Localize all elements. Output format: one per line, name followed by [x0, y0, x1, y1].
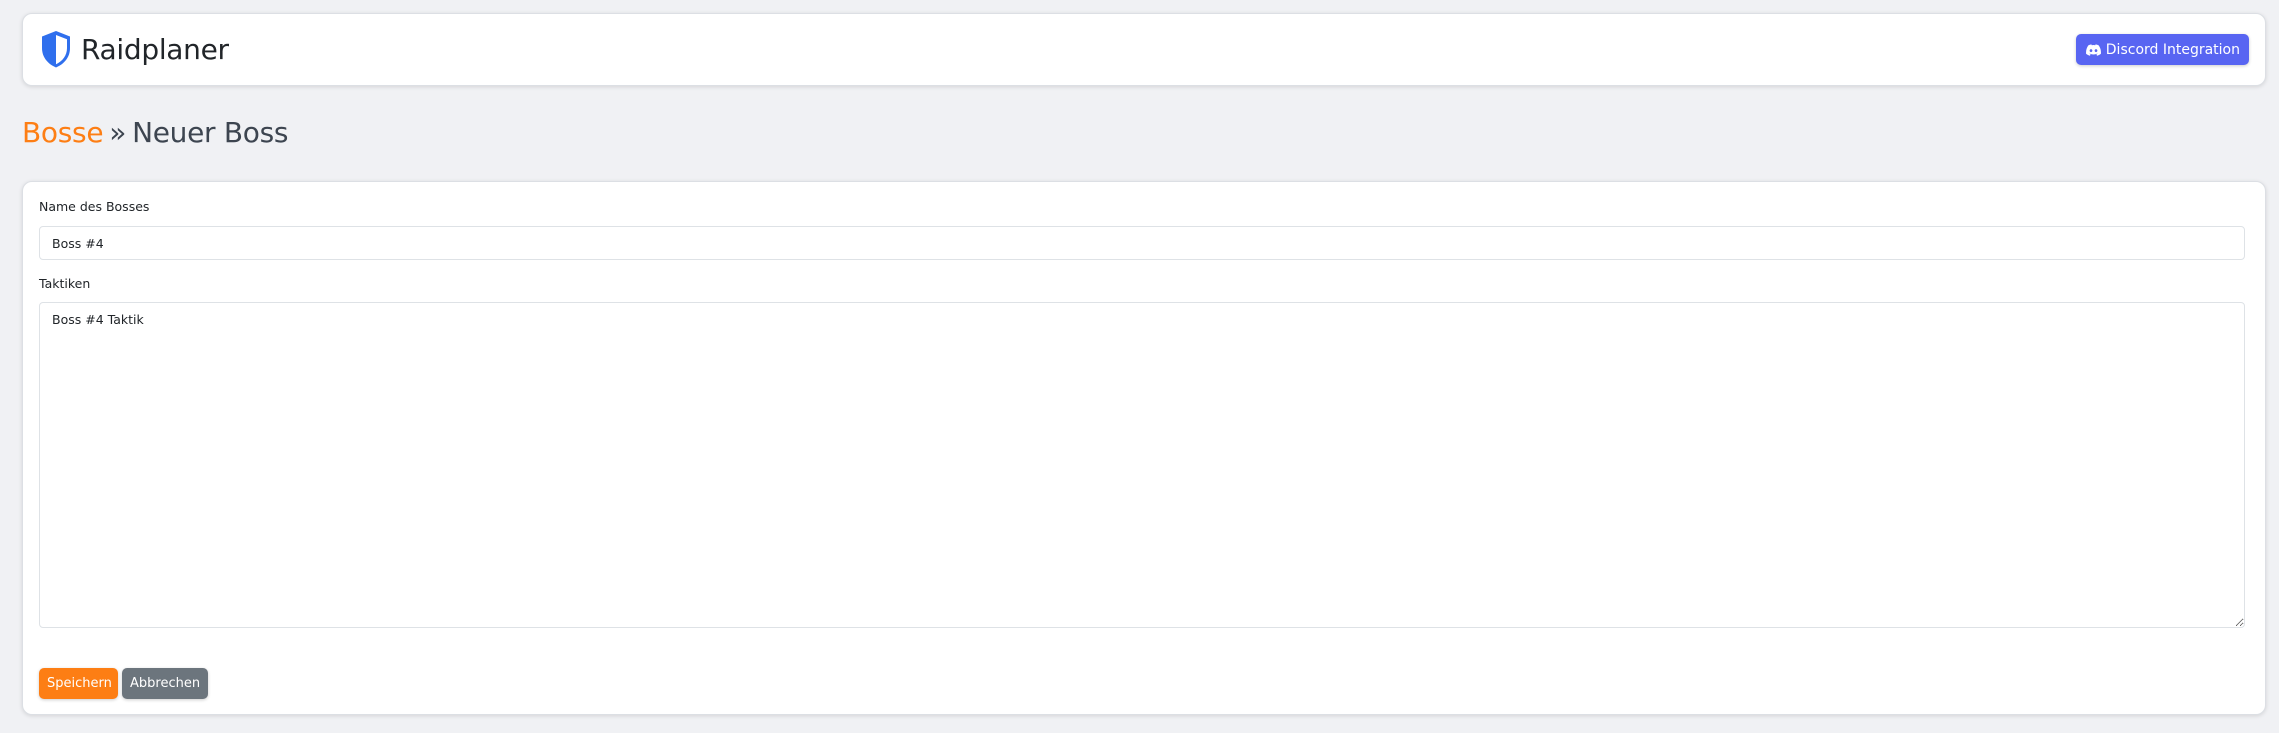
boss-form-card: Name des Bosses Taktiken Boss #4 Taktik … [22, 181, 2266, 715]
save-button[interactable]: Speichern [39, 668, 118, 699]
boss-name-input[interactable] [39, 226, 2245, 260]
discord-button-label: Discord Integration [2105, 41, 2240, 58]
tactics-textarea[interactable]: Boss #4 Taktik [39, 302, 2245, 628]
discord-integration-button[interactable]: Discord Integration [2075, 34, 2249, 65]
breadcrumb-link-bosse[interactable]: Bosse [22, 116, 104, 149]
brand-name: Raidplaner [81, 32, 229, 66]
discord-icon [2085, 43, 2101, 56]
tactics-label: Taktiken [39, 276, 91, 291]
top-navbar: Raidplaner Discord Integration [22, 13, 2266, 86]
breadcrumb: Bosse» Neuer Boss [22, 116, 288, 149]
page-title: Neuer Boss [132, 116, 289, 149]
name-label: Name des Bosses [39, 199, 150, 214]
brand[interactable]: Raidplaner [39, 28, 229, 70]
cancel-button[interactable]: Abbrechen [122, 668, 208, 699]
shield-icon [42, 31, 70, 68]
breadcrumb-separator: » [109, 116, 127, 149]
